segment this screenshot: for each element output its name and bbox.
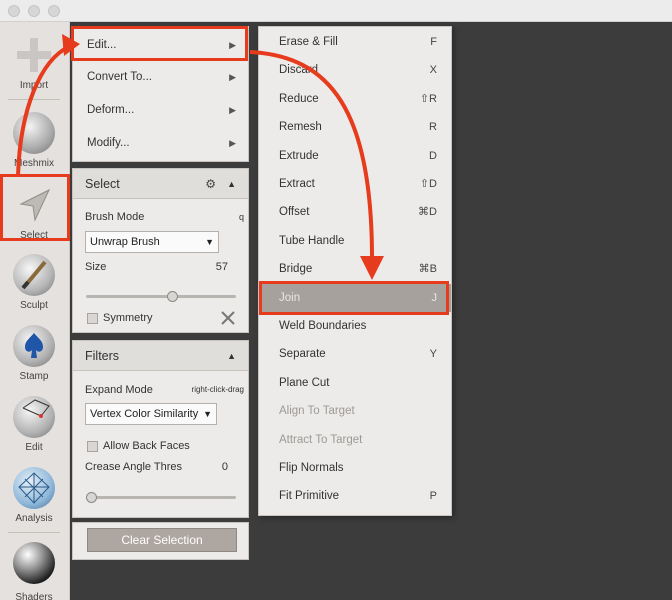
annotation-arrows xyxy=(16,34,384,280)
arrowhead-join xyxy=(360,256,384,280)
arrowhead-edit xyxy=(62,34,80,56)
arrow-select-to-edit xyxy=(16,44,71,177)
arrow-edit-to-join xyxy=(249,50,374,259)
